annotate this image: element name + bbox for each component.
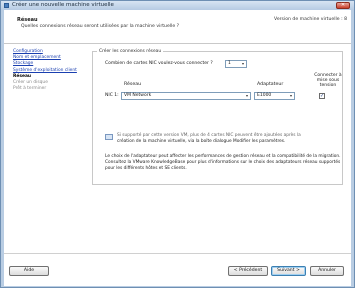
chevron-down-icon: ▾ xyxy=(289,93,292,98)
info-icon xyxy=(105,134,113,140)
vm-version-label: Version de machine virtuelle : 8 xyxy=(274,17,347,22)
wizard-window: Créer une nouvelle machine virtuelle ✕ R… xyxy=(0,0,355,288)
page-title: Réseau xyxy=(17,17,38,23)
vm-app-icon xyxy=(4,3,9,8)
nic1-adapter-select[interactable]: E1000 ▾ xyxy=(254,92,295,100)
column-adapter-header: Adaptateur xyxy=(257,82,284,87)
nic-count-select[interactable]: 1 ▾ xyxy=(225,60,247,68)
close-button[interactable]: ✕ xyxy=(336,2,350,9)
info-text-main: création de la machine virtuelle, via la… xyxy=(117,139,286,144)
help-button[interactable]: Aide xyxy=(9,266,49,276)
info-text-nic-limit: Si supporté par cette version VM, plus d… xyxy=(117,133,339,145)
nic1-connect-checkbox[interactable]: ✓ xyxy=(319,93,325,99)
info-text-muted: Si supporté par cette version VM, plus d… xyxy=(117,133,301,138)
info-text-adapter-choice: Le choix de l'adaptateur peut affecter l… xyxy=(105,154,341,171)
window-title: Créer une nouvelle machine virtuelle xyxy=(12,2,114,8)
nic1-network-value: VM Network xyxy=(124,93,152,98)
nic1-network-select[interactable]: VM Network ▾ xyxy=(121,92,251,100)
column-connect-header: Connecter à mise sous tension xyxy=(314,73,342,88)
cancel-button[interactable]: Annuler xyxy=(310,266,344,276)
nic1-label: NIC 1: xyxy=(105,93,119,98)
group-legend: Créer les connexions réseau xyxy=(97,49,164,54)
chevron-down-icon: ▾ xyxy=(245,93,248,98)
title-bar[interactable]: Créer une nouvelle machine virtuelle ✕ xyxy=(1,1,354,10)
chevron-down-icon: ▾ xyxy=(241,61,244,66)
column-network-header: Réseau xyxy=(124,82,142,87)
page-subtitle: Quelles connexions réseau seront utilisé… xyxy=(21,24,180,29)
wizard-header: Réseau Quelles connexions réseau seront … xyxy=(4,10,351,44)
nic1-adapter-value: E1000 xyxy=(257,93,272,98)
nic-count-question: Combien de cartes NIC voulez-vous connec… xyxy=(105,61,213,66)
step-ready: Prêt à terminer xyxy=(13,86,47,92)
footer-divider xyxy=(4,253,351,254)
previous-button[interactable]: < Précédent xyxy=(228,266,268,276)
next-button[interactable]: Suivant > xyxy=(271,266,306,276)
wizard-steps: Configuration Nom et emplacement Stockag… xyxy=(13,49,89,92)
wizard-client: Réseau Quelles connexions réseau seront … xyxy=(4,10,351,286)
nic-count-value: 1 xyxy=(228,61,231,66)
